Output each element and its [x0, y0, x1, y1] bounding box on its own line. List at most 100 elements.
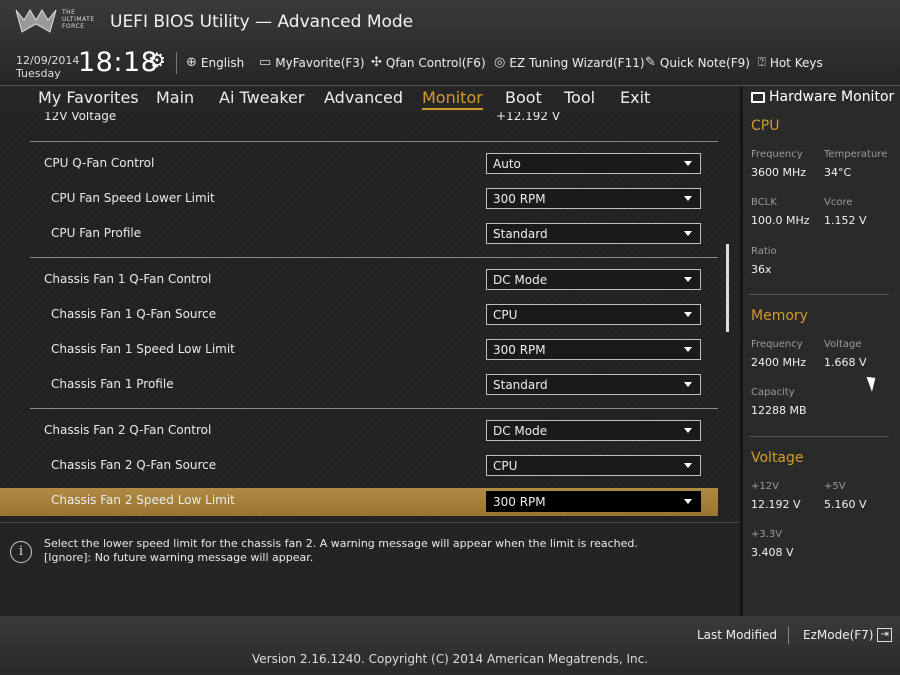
section-divider [30, 141, 718, 142]
tab-advanced[interactable]: Advanced [324, 88, 403, 107]
app-title: UEFI BIOS Utility — Advanced Mode [110, 12, 414, 32]
hardware-monitor-title: Hardware Monitor [751, 89, 894, 105]
dropdown-value: Auto [493, 157, 521, 171]
hot-keys-button[interactable]: ⍰ Hot Keys [758, 55, 823, 70]
globe-icon: ⊕ [186, 55, 197, 70]
v12-value: 12.192 V [751, 498, 801, 511]
setting-label[interactable]: CPU Q-Fan Control [44, 156, 154, 170]
ez-tuning-wizard-button[interactable]: ◎ EZ Tuning Wizard(F11) [494, 55, 645, 70]
hw-divider [749, 294, 889, 295]
footer: Last Modified EzMode(F7) ⇥ Version 2.16.… [0, 616, 900, 675]
chassis-fan1-qfan-source-dropdown[interactable]: CPU [486, 304, 701, 325]
ratio-label: Ratio [751, 246, 777, 257]
dropdown-arrow-icon [684, 312, 692, 317]
quick-note-label: Quick Note(F9) [659, 55, 750, 70]
chassis-fan2-speed-low-limit-dropdown[interactable]: 300 RPM [486, 491, 701, 512]
chassis-fan1-qfan-control-dropdown[interactable]: DC Mode [486, 269, 701, 290]
setting-label[interactable]: Chassis Fan 2 Q-Fan Source [51, 458, 216, 472]
vcore-label: Vcore [824, 197, 853, 208]
lightbulb-icon: ◎ [494, 55, 506, 70]
capacity-label: Capacity [751, 387, 795, 398]
dropdown-arrow-icon [684, 231, 692, 236]
bclk-value: 100.0 MHz [751, 214, 810, 227]
help-line-1: Select the lower speed limit for the cha… [44, 537, 638, 550]
help-icon: ⍰ [758, 55, 766, 70]
memory-frequency-label: Frequency [751, 339, 803, 350]
setting-label[interactable]: Chassis Fan 1 Speed Low Limit [51, 342, 235, 356]
scrollbar[interactable] [726, 244, 729, 332]
chassis-fan2-qfan-source-dropdown[interactable]: CPU [486, 455, 701, 476]
cpu-frequency-label: Frequency [751, 149, 803, 160]
setting-label[interactable]: CPU Fan Speed Lower Limit [51, 191, 215, 205]
dropdown-arrow-icon [684, 428, 692, 433]
v5-value: 5.160 V [824, 498, 867, 511]
cpu-fan-speed-lower-limit-dropdown[interactable]: 300 RPM [486, 188, 701, 209]
dropdown-arrow-icon [684, 382, 692, 387]
main-menu-tabs: My Favorites Main Ai Tweaker Advanced Mo… [0, 86, 740, 112]
version-text: Version 2.16.1240. Copyright (C) 2014 Am… [251, 652, 649, 666]
monitor-icon [751, 91, 765, 103]
qfan-control-label: Qfan Control(F6) [385, 55, 486, 70]
chassis-fan1-profile-dropdown[interactable]: Standard [486, 374, 701, 395]
setting-label[interactable]: Chassis Fan 1 Q-Fan Source [51, 307, 216, 321]
hw-divider [749, 436, 889, 437]
memory-frequency-value: 2400 MHz [751, 356, 807, 369]
dropdown-arrow-icon [684, 463, 692, 468]
memory-voltage-label: Voltage [824, 339, 862, 350]
day: Tuesday [16, 67, 61, 80]
exit-arrow-icon: ⇥ [877, 628, 892, 642]
tab-boot[interactable]: Boot [505, 88, 542, 107]
clock: 18:18 [78, 47, 159, 78]
help-line-2: [Ignore]: No future warning message will… [44, 551, 314, 564]
quick-note-button[interactable]: ✎ Quick Note(F9) [645, 55, 750, 70]
qfan-control-button[interactable]: ✣ Qfan Control(F6) [371, 55, 486, 70]
last-modified-button[interactable]: Last Modified [697, 628, 777, 642]
cpu-temperature-label: Temperature [824, 149, 888, 160]
language-button[interactable]: ⊕ English [186, 55, 244, 70]
hot-keys-label: Hot Keys [769, 55, 823, 70]
hardware-monitor-panel: Hardware Monitor CPU Frequency 3600 MHz … [740, 86, 900, 616]
setting-label-selected[interactable]: Chassis Fan 2 Speed Low Limit [51, 493, 235, 507]
tab-monitor[interactable]: Monitor [422, 88, 483, 110]
chassis-fan1-speed-low-limit-dropdown[interactable]: 300 RPM [486, 339, 701, 360]
voltage-heading: Voltage [751, 450, 804, 466]
dropdown-value: DC Mode [493, 273, 548, 287]
dropdown-arrow-icon [684, 196, 692, 201]
dropdown-arrow-icon [684, 277, 692, 282]
myfavorite-button[interactable]: ▭ MyFavorite(F3) [259, 55, 365, 70]
dropdown-value: Standard [493, 227, 548, 241]
dropdown-arrow-icon [684, 499, 692, 504]
setting-label[interactable]: Chassis Fan 2 Q-Fan Control [44, 423, 211, 437]
ez-tuning-wizard-label: EZ Tuning Wizard(F11) [509, 55, 645, 70]
ezmode-label: EzMode(F7) [803, 628, 874, 642]
setting-label[interactable]: CPU Fan Profile [51, 226, 141, 240]
footer-divider [788, 626, 789, 644]
gear-icon[interactable]: ⚙ [148, 48, 166, 72]
v12-label: +12V [751, 481, 779, 492]
cpu-qfan-control-dropdown[interactable]: Auto [486, 153, 701, 174]
capacity-value: 12288 MB [751, 404, 807, 417]
favorite-icon: ▭ [259, 55, 272, 70]
setting-label[interactable]: Chassis Fan 1 Profile [51, 377, 174, 391]
tab-exit[interactable]: Exit [620, 88, 650, 107]
dropdown-value: 300 RPM [493, 343, 546, 357]
tab-tool[interactable]: Tool [564, 88, 595, 107]
tab-ai-tweaker[interactable]: Ai Tweaker [219, 88, 304, 107]
dropdown-arrow-icon [684, 347, 692, 352]
settings-panel: 12V Voltage +12.192 V CPU Q-Fan Control … [0, 112, 740, 522]
setting-label[interactable]: Chassis Fan 1 Q-Fan Control [44, 272, 211, 286]
ezmode-button[interactable]: EzMode(F7) ⇥ [803, 628, 892, 642]
section-divider [30, 408, 718, 409]
tab-my-favorites[interactable]: My Favorites [38, 88, 139, 107]
chassis-fan2-qfan-control-dropdown[interactable]: DC Mode [486, 420, 701, 441]
dropdown-value: Standard [493, 378, 548, 392]
logo-text: THE ULTIMATE FORCE [62, 9, 95, 30]
note-icon: ✎ [645, 55, 656, 70]
bclk-label: BCLK [751, 197, 777, 208]
v5-label: +5V [824, 481, 846, 492]
toolbar-divider [176, 52, 177, 74]
vcore-value: 1.152 V [824, 214, 867, 227]
cpu-fan-profile-dropdown[interactable]: Standard [486, 223, 701, 244]
tab-main[interactable]: Main [156, 88, 194, 107]
date: 12/09/2014 [16, 54, 80, 67]
